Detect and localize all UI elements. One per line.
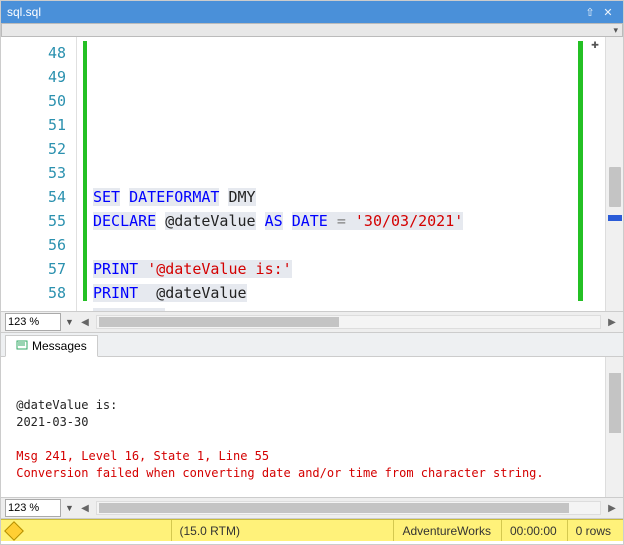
- chevron-down-icon[interactable]: ▼: [65, 503, 74, 513]
- caret-position-marker: [608, 215, 622, 221]
- titlebar: sql.sql ⇧ ✕: [1, 1, 623, 23]
- scroll-right-arrow[interactable]: ▶: [605, 317, 619, 328]
- close-icon[interactable]: ✕: [599, 6, 617, 19]
- code-editor[interactable]: 4849505152535455565758 ✚ SET DATEFORMAT …: [1, 37, 623, 311]
- split-editor-icon[interactable]: ✚: [587, 37, 603, 53]
- messages-horizontal-scrollbar[interactable]: [96, 501, 601, 515]
- change-indicator-left: [83, 41, 87, 301]
- code-content[interactable]: ✚ SET DATEFORMAT DMYDECLARE @dateValue A…: [77, 37, 605, 311]
- window-options-dropdown[interactable]: ▾: [1, 23, 623, 37]
- change-indicator-right: [578, 41, 583, 301]
- line-number: 52: [1, 137, 66, 161]
- status-server-version: (15.0 RTM): [171, 520, 248, 541]
- line-number: 50: [1, 89, 66, 113]
- line-number-gutter: 4849505152535455565758: [1, 37, 77, 311]
- zoom-level-input[interactable]: [5, 499, 61, 517]
- line-number: 56: [1, 233, 66, 257]
- code-line[interactable]: SET DATEFORMAT DMY: [93, 185, 605, 209]
- scrollbar-thumb[interactable]: [609, 167, 621, 207]
- messages-vertical-scrollbar[interactable]: [605, 357, 623, 497]
- status-elapsed: 00:00:00: [501, 520, 565, 541]
- warning-icon[interactable]: [4, 521, 24, 541]
- line-number: 48: [1, 41, 66, 65]
- line-number: 51: [1, 113, 66, 137]
- line-number: 55: [1, 209, 66, 233]
- status-rowcount: 0 rows: [567, 520, 619, 541]
- code-line[interactable]: PRINT @dateValue: [93, 281, 605, 305]
- message-line: [9, 431, 615, 448]
- line-number: 58: [1, 281, 66, 305]
- scrollbar-thumb[interactable]: [99, 317, 339, 327]
- scroll-right-arrow[interactable]: ▶: [605, 503, 619, 514]
- document-tab-title[interactable]: sql.sql: [7, 5, 41, 19]
- message-line: 2021-03-30: [9, 414, 615, 431]
- code-line[interactable]: DECLARE @dateValue AS DATE = '30/03/2021…: [93, 209, 605, 233]
- scrollbar-thumb[interactable]: [99, 503, 569, 513]
- results-tabstrip: Messages: [1, 333, 623, 357]
- line-number: 53: [1, 161, 66, 185]
- zoom-level-input[interactable]: [5, 313, 61, 331]
- editor-vertical-scrollbar[interactable]: [605, 37, 623, 311]
- line-number: 49: [1, 65, 66, 89]
- tab-messages-label: Messages: [32, 339, 87, 353]
- scrollbar-thumb[interactable]: [609, 373, 621, 433]
- statusbar: (15.0 RTM) AdventureWorks 00:00:00 0 row…: [1, 519, 623, 541]
- code-line[interactable]: [93, 161, 605, 185]
- line-number: 54: [1, 185, 66, 209]
- error-message-line: Conversion failed when converting date a…: [9, 465, 615, 482]
- scroll-left-arrow[interactable]: ◀: [78, 503, 92, 514]
- editor-footer-row: ▼ ◀ ▶: [1, 311, 623, 333]
- code-line[interactable]: PRINT '': [93, 305, 605, 311]
- messages-icon: [16, 340, 28, 352]
- line-number: 57: [1, 257, 66, 281]
- pin-icon[interactable]: ⇧: [581, 6, 599, 19]
- code-line[interactable]: PRINT '@dateValue is:': [93, 257, 605, 281]
- message-line: [9, 482, 615, 497]
- messages-footer-row: ▼ ◀ ▶: [1, 497, 623, 519]
- message-line: @dateValue is:: [9, 397, 615, 414]
- code-line[interactable]: [93, 233, 605, 257]
- status-database: AdventureWorks: [393, 520, 498, 541]
- messages-panel[interactable]: @dateValue is: 2021-03-30 Msg 241, Level…: [1, 357, 623, 497]
- tab-messages[interactable]: Messages: [5, 335, 98, 357]
- error-message-line: Msg 241, Level 16, State 1, Line 55: [9, 448, 615, 465]
- chevron-down-icon[interactable]: ▼: [65, 317, 74, 327]
- editor-horizontal-scrollbar[interactable]: [96, 315, 601, 329]
- scroll-left-arrow[interactable]: ◀: [78, 317, 92, 328]
